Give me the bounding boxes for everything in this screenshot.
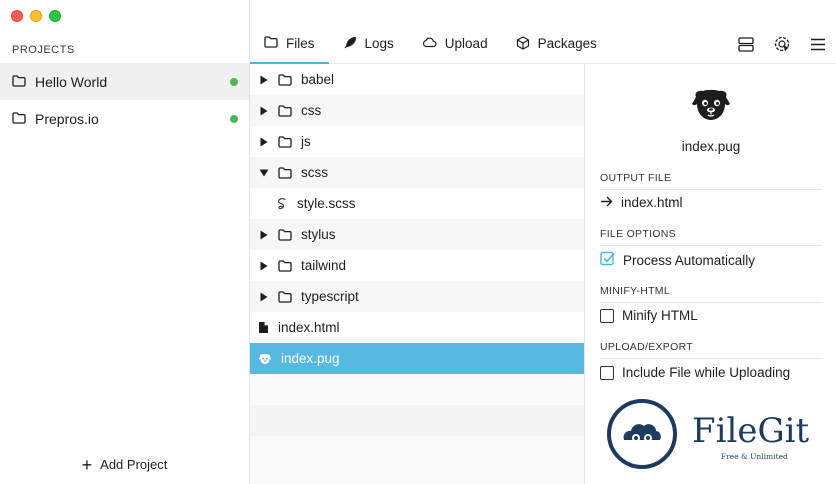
tab-label: Files xyxy=(286,36,315,51)
minify-html-checkbox[interactable] xyxy=(600,308,614,323)
folder-icon xyxy=(278,166,292,179)
tab-upload[interactable]: Upload xyxy=(408,26,502,64)
folder-icon xyxy=(278,135,292,148)
project-status-dot xyxy=(230,77,238,86)
selected-file-name: index.pug xyxy=(681,139,741,154)
tree-item-css[interactable]: css xyxy=(250,95,584,126)
tab-files[interactable]: Files xyxy=(250,26,329,65)
tree-item-label: stylus xyxy=(301,227,336,242)
add-project-button[interactable]: + Add Project xyxy=(0,454,249,475)
tree-item-label: scss xyxy=(301,165,328,180)
menu-icon[interactable] xyxy=(808,34,828,54)
chevron-right-icon[interactable] xyxy=(259,75,269,85)
chevron-down-icon[interactable] xyxy=(259,169,269,177)
tree-item-scss[interactable]: scss xyxy=(250,157,584,188)
remote-inspect-icon[interactable] xyxy=(772,34,792,54)
tree-item-stylus[interactable]: stylus xyxy=(250,219,584,250)
maximize-window-button[interactable] xyxy=(49,10,61,22)
folder-icon xyxy=(278,73,292,86)
feather-icon xyxy=(343,36,357,53)
file-icon xyxy=(258,321,269,334)
tree-item-style-scss[interactable]: style.scss xyxy=(250,188,584,219)
minimize-window-button[interactable] xyxy=(30,10,42,22)
sass-icon xyxy=(276,197,288,211)
tab-label: Logs xyxy=(364,36,394,51)
arrow-right-icon xyxy=(600,195,613,210)
tree-empty-row xyxy=(250,374,584,405)
tab-packages[interactable]: Packages xyxy=(502,26,611,64)
tree-item-typescript[interactable]: typescript xyxy=(250,281,584,312)
minify-html-row[interactable]: Minify HTML xyxy=(600,308,698,323)
folder-icon xyxy=(278,290,292,303)
toolbar-actions xyxy=(736,34,828,54)
cloud-icon xyxy=(422,36,437,51)
tab-logs[interactable]: Logs xyxy=(329,26,408,64)
project-name: Prepros.io xyxy=(35,110,99,127)
file-tree: babel css js scss style.scss stylus tail… xyxy=(250,64,585,484)
tree-item-label: babel xyxy=(301,72,335,87)
tree-item-label: style.scss xyxy=(297,196,356,211)
server-icon[interactable] xyxy=(736,34,756,54)
folder-icon xyxy=(278,104,292,117)
include-file-upload-label: Include File while Uploading xyxy=(622,365,791,380)
minify-html-section-title: MINIFY-HTML xyxy=(600,285,822,303)
package-icon xyxy=(516,36,530,53)
project-item-prepros-io[interactable]: Prepros.io xyxy=(0,100,249,137)
add-project-label: Add Project xyxy=(100,457,168,472)
tree-item-label: index.html xyxy=(278,320,340,335)
window-controls xyxy=(11,10,61,22)
minify-html-label: Minify HTML xyxy=(622,308,698,323)
main-toolbar: Files Logs Upload Packages xyxy=(250,0,836,65)
chevron-right-icon[interactable] xyxy=(259,137,269,147)
projects-section-title: PROJECTS xyxy=(12,44,75,56)
tree-item-tailwind[interactable]: tailwind xyxy=(250,250,584,281)
close-window-button[interactable] xyxy=(11,10,23,22)
tree-item-label: css xyxy=(301,103,322,118)
tree-item-label: tailwind xyxy=(301,258,347,273)
folder-icon xyxy=(264,36,278,51)
project-status-dot xyxy=(230,114,238,123)
tree-item-babel[interactable]: babel xyxy=(250,64,584,95)
plus-icon: + xyxy=(81,454,93,475)
tab-label: Packages xyxy=(537,36,597,51)
projects-sidebar: PROJECTS Hello World Prepros.io + Add Pr… xyxy=(0,0,250,484)
tree-empty-row xyxy=(250,436,584,467)
output-file-row[interactable]: index.html xyxy=(600,195,683,210)
process-automatically-label: Process Automatically xyxy=(623,252,756,268)
project-item-hello-world[interactable]: Hello World xyxy=(0,63,249,100)
tree-item-label: js xyxy=(301,134,311,149)
output-file-name: index.html xyxy=(621,195,683,210)
chevron-right-icon[interactable] xyxy=(259,261,269,271)
app-window: PROJECTS Hello World Prepros.io + Add Pr… xyxy=(0,0,836,484)
tree-item-index-pug[interactable]: index.pug xyxy=(250,343,584,374)
folder-icon xyxy=(278,228,292,241)
chevron-right-icon[interactable] xyxy=(259,292,269,302)
watermark-brand: FileGit xyxy=(692,411,809,451)
output-file-section-title: OUTPUT FILE xyxy=(600,172,822,190)
include-file-upload-checkbox[interactable] xyxy=(600,365,614,380)
tab-label: Upload xyxy=(444,36,488,51)
project-list: Hello World Prepros.io xyxy=(0,63,249,137)
watermark-tagline: Free & Unlimited xyxy=(721,452,788,461)
chevron-right-icon[interactable] xyxy=(259,230,269,240)
file-options-section-title: FILE OPTIONS xyxy=(600,228,822,246)
folder-icon xyxy=(12,74,26,90)
tree-item-label: typescript xyxy=(301,289,359,304)
include-file-upload-row[interactable]: Include File while Uploading xyxy=(600,365,790,380)
process-automatically-row[interactable]: Process Automatically xyxy=(600,251,755,269)
pug-icon xyxy=(690,88,732,127)
chevron-right-icon[interactable] xyxy=(259,106,269,116)
tree-item-index-html[interactable]: index.html xyxy=(250,312,584,343)
tree-empty-row xyxy=(250,405,584,436)
tree-item-js[interactable]: js xyxy=(250,126,584,157)
upload-export-section-title: UPLOAD/EXPORT xyxy=(600,341,822,359)
project-name: Hello World xyxy=(35,73,108,90)
tree-item-label: index.pug xyxy=(281,351,340,366)
pug-icon xyxy=(258,353,272,365)
filegit-watermark: FileGit Free & Unlimited xyxy=(606,398,826,472)
main-tabs: Files Logs Upload Packages xyxy=(250,26,611,65)
checkbox-checked-icon[interactable] xyxy=(600,251,615,269)
folder-icon xyxy=(278,259,292,272)
folder-icon xyxy=(12,111,26,127)
